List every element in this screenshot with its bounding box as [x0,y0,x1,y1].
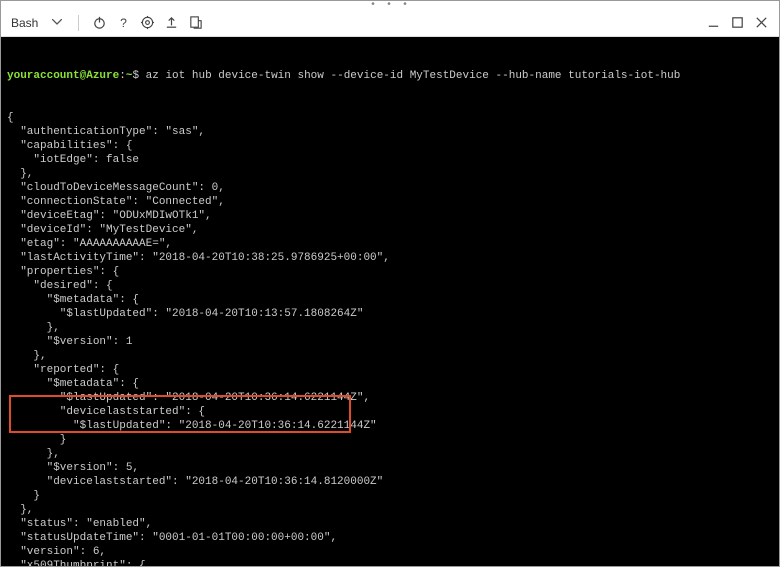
output-line: "capabilities": { [7,139,773,153]
output-line: "devicelaststarted": "2018-04-20T10:36:1… [7,475,773,489]
close-icon[interactable] [749,11,773,35]
output-line: "status": "enabled", [7,517,773,531]
newfile-icon[interactable] [183,11,207,35]
output-line: }, [7,503,773,517]
output-line: "$lastUpdated": "2018-04-20T10:36:14.622… [7,419,773,433]
output-line: "deviceEtag": "ODUxMDIwOTk1", [7,209,773,223]
prompt-sep: : [119,70,126,82]
output-line: "x509Thumbprint": { [7,559,773,566]
output-line: "cloudToDeviceMessageCount": 0, [7,181,773,195]
command-line: youraccount@Azure:~$ az iot hub device-t… [7,69,773,83]
output-line: }, [7,321,773,335]
output-line: "$version": 5, [7,461,773,475]
prompt-symbol: $ [132,70,139,82]
gear-icon[interactable] [135,11,159,35]
minimize-icon[interactable] [701,11,725,35]
output-line: { [7,111,773,125]
upload-icon[interactable] [159,11,183,35]
output-line: "iotEdge": false [7,153,773,167]
output-line: "version": 6, [7,545,773,559]
output-line: "devicelaststarted": { [7,405,773,419]
command-text: az iot hub device-twin show --device-id … [146,70,681,82]
output-line: "$metadata": { [7,377,773,391]
output-line: } [7,489,773,503]
output-line: "lastActivityTime": "2018-04-20T10:38:25… [7,251,773,265]
output-block: { "authenticationType": "sas", "capabili… [7,111,773,566]
help-icon[interactable]: ? [111,11,135,35]
output-line: "$metadata": { [7,293,773,307]
shell-label: Bash [11,16,38,30]
drag-handle[interactable]: • • • [1,1,779,9]
prompt-user: youraccount@Azure [7,70,119,82]
output-line: }, [7,167,773,181]
output-line: }, [7,447,773,461]
terminal-body[interactable]: youraccount@Azure:~$ az iot hub device-t… [1,37,779,566]
svg-text:?: ? [120,16,127,30]
maximize-icon[interactable] [725,11,749,35]
output-line: } [7,433,773,447]
divider [78,15,79,31]
output-line: "etag": "AAAAAAAAAAE=", [7,237,773,251]
output-line: "reported": { [7,363,773,377]
output-line: "$lastUpdated": "2018-04-20T10:13:57.180… [7,307,773,321]
output-line: "desired": { [7,279,773,293]
output-line: "properties": { [7,265,773,279]
chevron-down-icon [52,17,62,28]
output-line: }, [7,349,773,363]
output-line: "authenticationType": "sas", [7,125,773,139]
output-line: "deviceId": "MyTestDevice", [7,223,773,237]
shell-selector[interactable]: Bash [7,14,70,32]
power-icon[interactable] [87,11,111,35]
output-line: "statusUpdateTime": "0001-01-01T00:00:00… [7,531,773,545]
output-line: "$lastUpdated": "2018-04-20T10:36:14.622… [7,391,773,405]
terminal-window: • • • Bash ? [0,0,780,567]
output-line: "$version": 1 [7,335,773,349]
output-line: "connectionState": "Connected", [7,195,773,209]
toolbar: Bash ? [1,9,779,37]
